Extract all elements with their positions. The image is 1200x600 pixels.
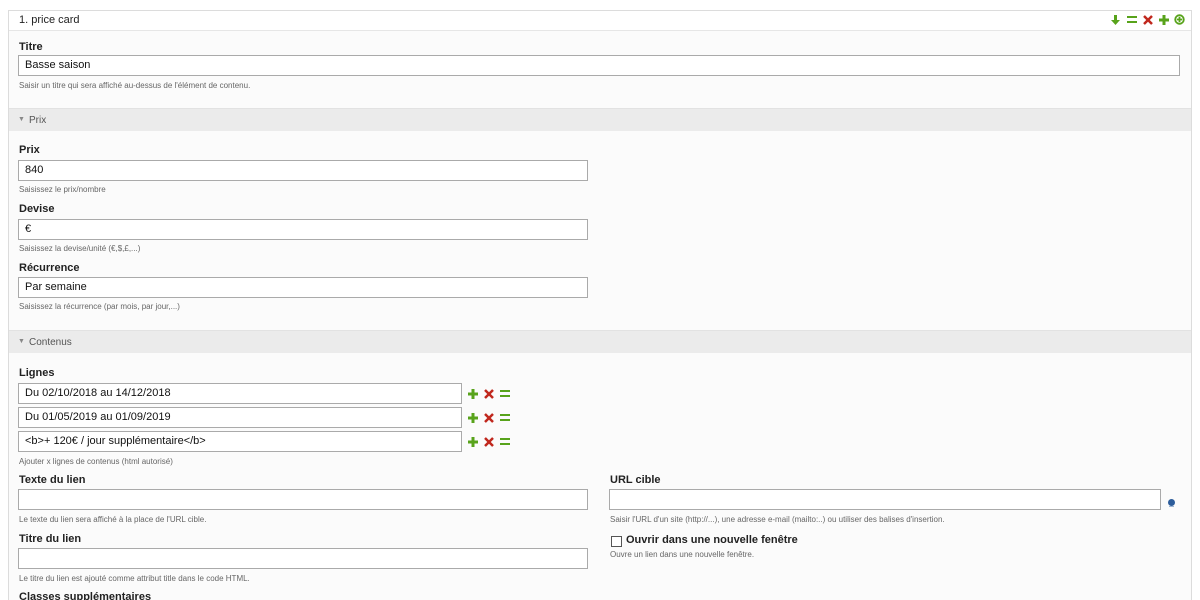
titre-label: Titre [19, 41, 43, 53]
add-icon[interactable] [467, 412, 478, 423]
titre-lien-label: Titre du lien [19, 533, 82, 545]
ligne-input-2[interactable]: Du 01/05/2019 au 01/09/2019 [18, 407, 462, 428]
panel-header-actions [1110, 14, 1185, 25]
ligne-actions-1 [467, 388, 510, 399]
devise-input[interactable]: € [18, 219, 588, 240]
collapse-arrow-icon: ▼ [18, 116, 25, 123]
devise-help: Saisissez la devise/unité (€,$,£,...) [19, 244, 141, 253]
ligne-actions-3 [467, 436, 510, 447]
recurrence-label: Récurrence [19, 262, 80, 274]
section-prix-title: Prix [29, 115, 47, 126]
url-cible-input[interactable] [609, 489, 1161, 510]
prix-input[interactable]: 840 [18, 160, 588, 181]
drag-icon[interactable] [499, 412, 510, 423]
recurrence-help: Saisissez la récurrence (par mois, par j… [19, 302, 180, 311]
add-circle-icon[interactable] [1174, 14, 1185, 25]
collapse-arrow-icon: ▼ [18, 338, 25, 345]
recurrence-input[interactable]: Par semaine [18, 277, 588, 298]
section-prix-header[interactable]: ▼ Prix [9, 108, 1191, 131]
delete-icon[interactable] [483, 436, 494, 447]
lignes-help: Ajouter x lignes de contenus (html autor… [19, 457, 173, 466]
delete-icon[interactable] [483, 412, 494, 423]
drag-icon[interactable] [499, 436, 510, 447]
price-card-panel: 1. price card Titre Basse saison Saisir … [8, 10, 1192, 600]
delete-icon[interactable] [483, 388, 494, 399]
devise-label: Devise [19, 203, 55, 215]
url-cible-help: Saisir l'URL d'un site (http://...), une… [610, 515, 945, 524]
ligne-actions-2 [467, 412, 510, 423]
drag-icon[interactable] [1126, 14, 1137, 25]
section-contenus-header[interactable]: ▼ Contenus [9, 330, 1191, 353]
nouvelle-fenetre-help: Ouvre un lien dans une nouvelle fenêtre. [610, 550, 755, 559]
prix-label: Prix [19, 144, 40, 156]
delete-icon[interactable] [1142, 14, 1153, 25]
nouvelle-fenetre-label[interactable]: Ouvrir dans une nouvelle fenêtre [626, 534, 798, 546]
section-contenus-title: Contenus [29, 337, 72, 348]
titre-lien-input[interactable] [18, 548, 588, 569]
panel-header: 1. price card [9, 11, 1191, 31]
classes-label: Classes supplémentaires [19, 591, 152, 600]
texte-lien-label: Texte du lien [19, 474, 86, 486]
panel-title: 1. price card [19, 14, 80, 26]
url-cible-label: URL cible [610, 474, 661, 486]
ligne-input-1[interactable]: Du 02/10/2018 au 14/12/2018 [18, 383, 462, 404]
texte-lien-help: Le texte du lien sera affiché à la place… [19, 515, 207, 524]
lignes-label: Lignes [19, 367, 55, 379]
add-icon[interactable] [1158, 14, 1169, 25]
add-icon[interactable] [467, 436, 478, 447]
titre-help: Saisir un titre qui sera affiché au-dess… [19, 81, 251, 90]
drag-icon[interactable] [499, 388, 510, 399]
add-icon[interactable] [467, 388, 478, 399]
prix-help: Saisissez le prix/nombre [19, 185, 106, 194]
titre-lien-help: Le titre du lien est ajouté comme attrib… [19, 574, 250, 583]
titre-input[interactable]: Basse saison [18, 55, 1180, 76]
page-picker-icon[interactable] [1168, 499, 1175, 507]
arrow-down-icon[interactable] [1110, 14, 1121, 25]
nouvelle-fenetre-checkbox[interactable] [611, 536, 622, 547]
texte-lien-input[interactable] [18, 489, 588, 510]
ligne-input-3[interactable]: <b>+ 120€ / jour supplémentaire</b> [18, 431, 462, 452]
